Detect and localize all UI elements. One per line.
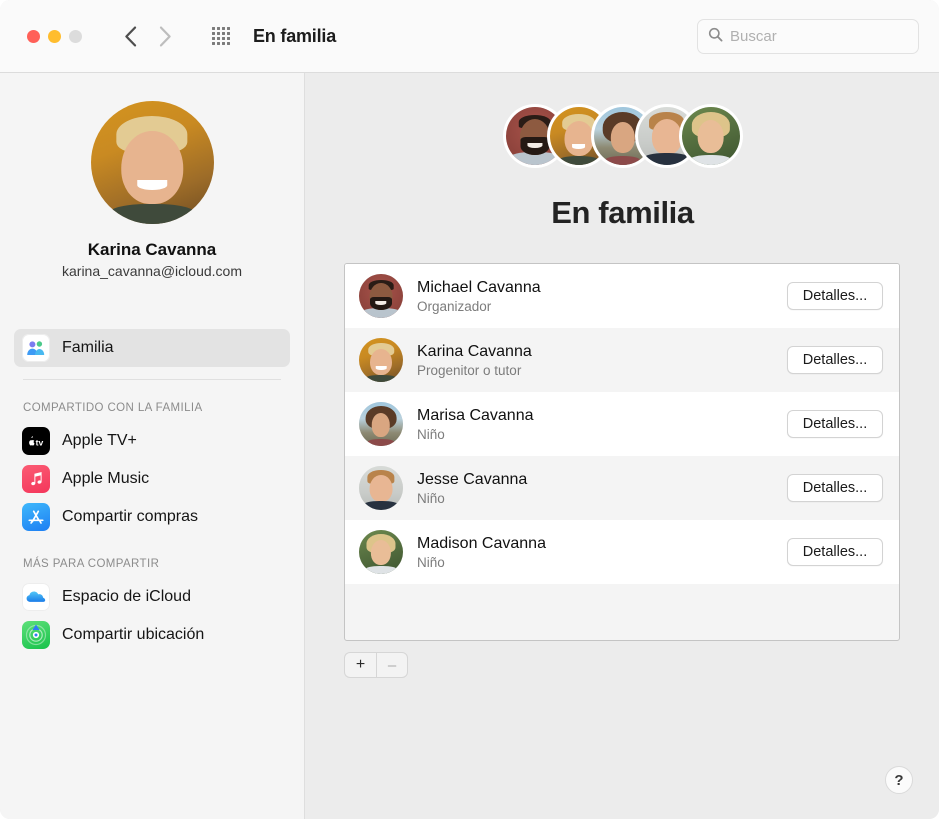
page-title: En familia <box>551 195 694 230</box>
icloud-icon <box>22 583 50 611</box>
member-name: Marisa Cavanna <box>417 406 534 424</box>
search-icon <box>708 27 723 47</box>
remove-member-button[interactable]: – <box>376 652 408 678</box>
details-button[interactable]: Detalles... <box>787 538 883 566</box>
sidebar-item-compartir-ubicacion[interactable]: Compartir ubicación <box>14 616 290 654</box>
minimize-button[interactable] <box>48 29 61 43</box>
close-button[interactable] <box>27 29 40 43</box>
sidebar-item-label: Compartir compras <box>62 508 199 525</box>
sidebar-item-label: Compartir ubicación <box>62 626 205 643</box>
sidebar-section-header-shared: COMPARTIDO CON LA FAMILIA <box>23 402 203 414</box>
table-row[interactable]: Michael Cavanna Organizador Detalles... <box>345 264 899 328</box>
back-button[interactable] <box>122 25 138 47</box>
member-name: Madison Cavanna <box>417 534 546 552</box>
table-row[interactable]: Jesse Cavanna Niño Detalles... <box>345 456 899 520</box>
sidebar-item-apple-music[interactable]: Apple Music <box>14 460 290 498</box>
sidebar: Karina Cavanna karina_cavanna@icloud.com… <box>0 73 305 819</box>
profile-name: Karina Cavanna <box>87 240 217 259</box>
table-row[interactable]: Madison Cavanna Niño Detalles... <box>345 520 899 584</box>
member-role: Organizador <box>417 298 492 314</box>
grid-view-icon[interactable] <box>210 25 232 47</box>
member-role: Progenitor o tutor <box>417 362 522 378</box>
zoom-button[interactable] <box>69 29 82 43</box>
search-input[interactable] <box>730 28 908 45</box>
table-row[interactable]: Karina Cavanna Progenitor o tutor Detall… <box>345 328 899 392</box>
member-role: Niño <box>417 554 445 570</box>
member-name: Michael Cavanna <box>417 278 541 296</box>
sidebar-item-espacio-icloud[interactable]: Espacio de iCloud <box>14 578 290 616</box>
member-avatar <box>359 274 403 318</box>
search-field[interactable] <box>697 19 919 54</box>
main-content: En familia Michael Cavanna Organizador D… <box>306 73 939 819</box>
member-avatar <box>359 466 403 510</box>
apple-tv-icon: tv <box>22 427 50 455</box>
svg-text:tv: tv <box>36 437 44 447</box>
sidebar-item-familia[interactable]: Familia <box>14 329 290 367</box>
member-role: Niño <box>417 490 445 506</box>
family-member-list: Michael Cavanna Organizador Detalles... … <box>344 263 900 641</box>
app-store-icon <box>22 503 50 531</box>
sidebar-item-label: Apple TV+ <box>62 432 137 449</box>
add-remove-segmented-control: + – <box>344 652 408 678</box>
apple-music-icon <box>22 465 50 493</box>
member-name: Jesse Cavanna <box>417 470 528 488</box>
table-row[interactable]: Marisa Cavanna Niño Detalles... <box>345 392 899 456</box>
details-button[interactable]: Detalles... <box>787 474 883 502</box>
member-name: Karina Cavanna <box>417 342 532 360</box>
family-avatar-cluster <box>306 105 939 167</box>
user-profile: Karina Cavanna karina_cavanna@icloud.com <box>0 73 304 279</box>
details-button[interactable]: Detalles... <box>787 410 883 438</box>
navigation-arrows <box>122 25 173 47</box>
forward-button[interactable] <box>157 25 173 47</box>
profile-email: karina_cavanna@icloud.com <box>62 263 242 279</box>
help-button[interactable]: ? <box>885 766 913 794</box>
sidebar-item-label: Apple Music <box>62 470 150 487</box>
preferences-window: En familia Karina Cavanna karina_cavanna… <box>0 0 939 819</box>
cluster-avatar-madison <box>681 107 740 165</box>
details-button[interactable]: Detalles... <box>787 346 883 374</box>
sidebar-section-header-more: MÁS PARA COMPARTIR <box>23 558 160 570</box>
sidebar-divider <box>23 379 281 380</box>
add-member-button[interactable]: + <box>344 652 376 678</box>
find-my-icon <box>22 621 50 649</box>
member-avatar <box>359 402 403 446</box>
sidebar-nav: Familia COMPARTIDO CON LA FAMILIA tv App… <box>0 329 304 654</box>
toolbar: En familia <box>0 0 939 73</box>
avatar[interactable] <box>90 101 214 224</box>
member-avatar <box>359 530 403 574</box>
family-icon <box>22 334 50 362</box>
traffic-lights <box>27 29 82 43</box>
member-avatar <box>359 338 403 382</box>
details-button[interactable]: Detalles... <box>787 282 883 310</box>
sidebar-item-compartir-compras[interactable]: Compartir compras <box>14 498 290 536</box>
sidebar-item-label: Familia <box>62 339 114 356</box>
member-role: Niño <box>417 426 445 442</box>
sidebar-item-label: Espacio de iCloud <box>62 588 191 605</box>
sidebar-item-apple-tv[interactable]: tv Apple TV+ <box>14 422 290 460</box>
window-title: En familia <box>253 25 337 46</box>
